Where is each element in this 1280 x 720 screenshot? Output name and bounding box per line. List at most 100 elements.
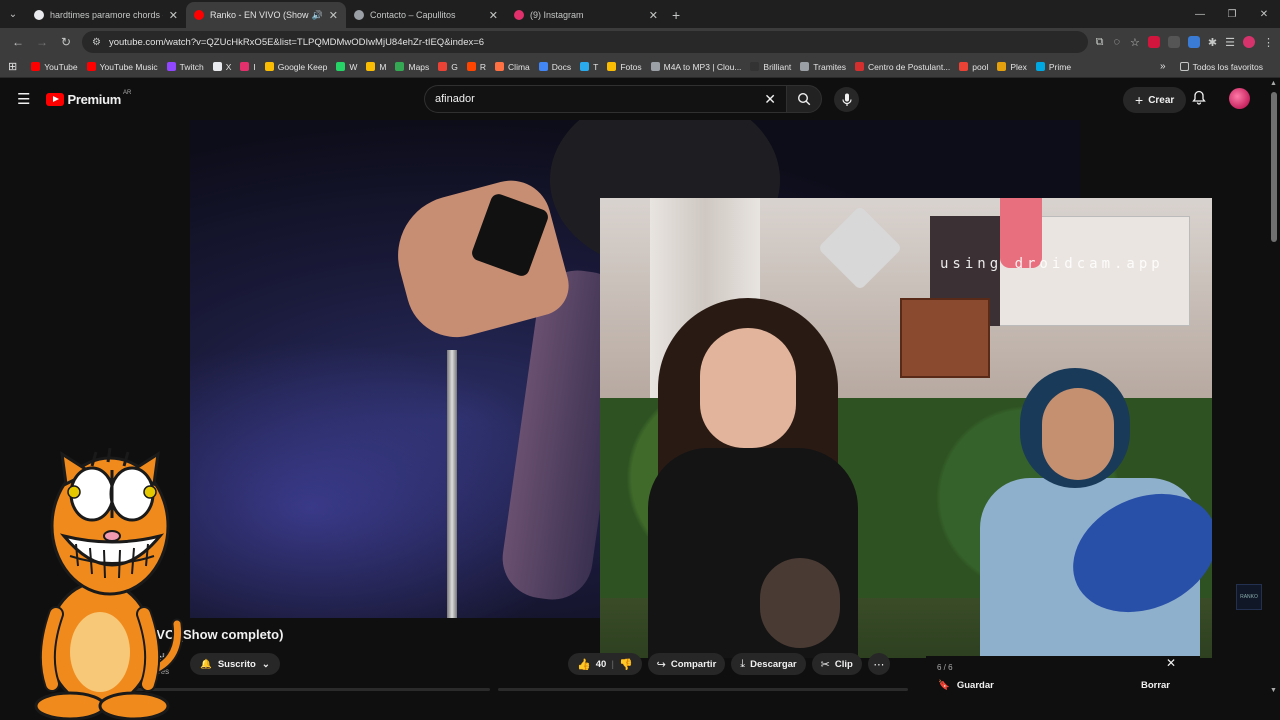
back-icon[interactable]: ← bbox=[6, 35, 30, 49]
tab-1[interactable]: Ranko - EN VIVO (Show co 🔊 ✕ bbox=[186, 2, 346, 28]
bookmark-item[interactable]: YouTube bbox=[31, 62, 78, 72]
site-info-icon[interactable]: ⚙ bbox=[92, 37, 101, 48]
extension-icon[interactable] bbox=[1147, 36, 1160, 48]
bookmark-label: pool bbox=[972, 61, 989, 72]
chevron-right-icon[interactable]: » bbox=[1160, 61, 1166, 72]
thumbs-up-icon[interactable]: 👍 bbox=[577, 658, 591, 671]
create-button[interactable]: + Crear bbox=[1123, 87, 1187, 113]
download-label: Descargar bbox=[750, 658, 797, 670]
channel-watermark[interactable]: RANKO bbox=[1236, 584, 1262, 610]
subscribed-label: Suscrito bbox=[217, 658, 256, 670]
subscribed-button[interactable]: 🔔 Suscrito ⌄ bbox=[190, 653, 280, 675]
save-label: Guardar bbox=[956, 680, 994, 691]
speaker-icon[interactable]: 🔊 bbox=[312, 10, 323, 21]
extension-icon[interactable] bbox=[1167, 36, 1180, 48]
logo-word: Premium bbox=[67, 91, 121, 107]
play-logo-icon bbox=[46, 92, 65, 106]
tab-search-icon[interactable]: ⌄ bbox=[0, 0, 26, 28]
bookmark-item[interactable]: Clima bbox=[495, 62, 530, 72]
star-icon[interactable]: ☆ bbox=[1130, 36, 1140, 49]
install-icon[interactable]: ⧉ bbox=[1096, 36, 1104, 49]
bookmark-item[interactable]: YouTube Music bbox=[86, 62, 158, 72]
clear-playlist-button[interactable]: Borrar bbox=[1141, 680, 1170, 691]
microphone-stand bbox=[447, 350, 457, 618]
bookmark-label: Twitch bbox=[179, 61, 204, 72]
all-bookmarks-label: Todos los favoritos bbox=[1192, 61, 1263, 72]
notifications-bell-icon[interactable] bbox=[1192, 90, 1206, 108]
bookmark-item[interactable]: M bbox=[366, 62, 386, 72]
close-icon[interactable]: ✕ bbox=[649, 9, 658, 22]
new-tab-button[interactable]: + bbox=[672, 2, 680, 28]
search-button[interactable] bbox=[786, 85, 822, 113]
bookmark-item[interactable]: G bbox=[438, 62, 458, 72]
bookmark-item[interactable]: Fotos bbox=[607, 62, 642, 72]
bookmark-item[interactable]: Prime bbox=[1035, 62, 1071, 72]
youtube-premium-logo[interactable]: Premium AR bbox=[46, 90, 131, 107]
bookmark-item[interactable]: pool bbox=[959, 62, 988, 72]
puzzle-icon[interactable]: ✱ bbox=[1208, 36, 1217, 49]
forward-icon[interactable]: → bbox=[30, 35, 54, 49]
tab-2[interactable]: Contacto – Capullitos ✕ bbox=[346, 2, 506, 28]
bookmark-item[interactable]: Brilliant bbox=[750, 62, 791, 72]
bookmark-item[interactable]: Plex bbox=[997, 62, 1027, 72]
bookmark-item[interactable]: Docs bbox=[538, 62, 571, 72]
thumbs-down-icon[interactable]: 👎 bbox=[619, 658, 633, 671]
bookmark-favicon-icon bbox=[31, 62, 41, 71]
all-bookmarks[interactable]: Todos los favoritos bbox=[1179, 61, 1263, 72]
like-dislike-button[interactable]: 👍 40 | 👎 bbox=[568, 653, 642, 675]
bookmark-list: YouTube YouTube Music Twitch X I Google Keep W… bbox=[31, 62, 1080, 72]
tab-favicon bbox=[514, 10, 524, 20]
share-button[interactable]: ↪ Compartir bbox=[647, 653, 726, 675]
collapse-icon[interactable]: ✕ bbox=[1166, 656, 1176, 670]
close-icon[interactable]: ✕ bbox=[489, 9, 498, 22]
extension-icon[interactable] bbox=[1187, 36, 1200, 48]
bookmark-label: Plex bbox=[1010, 61, 1027, 72]
face bbox=[700, 328, 796, 448]
bookmark-item[interactable]: W bbox=[336, 62, 357, 72]
bookmark-item[interactable]: Tramites bbox=[800, 62, 846, 72]
maximize-icon[interactable]: ❐ bbox=[1216, 9, 1248, 20]
close-icon[interactable]: ✕ bbox=[329, 9, 338, 22]
bookmark-label: Brilliant bbox=[763, 61, 792, 72]
bookmark-item[interactable]: X bbox=[212, 62, 231, 72]
profile-icon[interactable] bbox=[1243, 36, 1255, 48]
bookmark-favicon-icon bbox=[959, 62, 969, 71]
hamburger-menu-icon[interactable]: ☰ bbox=[17, 90, 30, 108]
window-close-icon[interactable]: ✕ bbox=[1248, 9, 1280, 20]
bookmark-item[interactable]: M4A to MP3 | Clou... bbox=[650, 62, 741, 72]
bookmark-item[interactable]: Maps bbox=[395, 62, 429, 72]
tab-0[interactable]: hardtimes paramore chords - G ✕ bbox=[26, 2, 186, 28]
bookmark-item[interactable]: Twitch bbox=[166, 61, 204, 72]
bookmark-item[interactable]: Centro de Postulant... bbox=[855, 62, 950, 72]
reading-list-icon[interactable]: ☰ bbox=[1225, 36, 1235, 49]
avatar[interactable] bbox=[1229, 88, 1250, 109]
save-playlist-button[interactable]: 🔖 Guardar bbox=[938, 680, 994, 691]
scroll-up-icon[interactable]: ▲ bbox=[1270, 80, 1277, 87]
page-scrollbar[interactable]: ▲ ▼ bbox=[1268, 78, 1280, 720]
close-icon[interactable]: ✕ bbox=[169, 9, 178, 22]
bookmark-item[interactable]: T bbox=[580, 62, 598, 72]
clip-label: Clip bbox=[834, 658, 853, 670]
more-actions-icon[interactable]: ⋯ bbox=[867, 653, 890, 675]
reload-icon[interactable]: ↻ bbox=[54, 35, 78, 49]
clear-icon[interactable]: ✕ bbox=[764, 91, 776, 108]
bookmark-item[interactable]: Google Keep bbox=[264, 62, 327, 72]
tab-favicon bbox=[34, 10, 44, 20]
minimize-icon[interactable]: — bbox=[1184, 9, 1216, 20]
eye-off-icon[interactable]: ◌ bbox=[1113, 36, 1120, 49]
clip-button[interactable]: ✂ Clip bbox=[811, 653, 862, 675]
tab-3[interactable]: (9) Instagram ✕ bbox=[506, 2, 666, 28]
scrollbar-thumb[interactable] bbox=[1271, 92, 1277, 242]
address-bar[interactable]: ⚙ youtube.com/watch?v=QZUcHkRxO5E&list=T… bbox=[82, 31, 1088, 53]
scroll-down-icon[interactable]: ▼ bbox=[1270, 687, 1277, 694]
bookmark-favicon-icon bbox=[466, 62, 476, 71]
bookmark-item[interactable]: R bbox=[466, 61, 487, 72]
apps-icon[interactable]: ⊞ bbox=[8, 60, 17, 73]
bookmark-item[interactable]: I bbox=[240, 62, 256, 72]
bookmark-favicon-icon bbox=[86, 62, 96, 71]
kebab-menu-icon[interactable]: ⋮ bbox=[1263, 36, 1274, 49]
bookmark-label: R bbox=[479, 61, 487, 72]
voice-search-button[interactable] bbox=[834, 87, 859, 112]
download-button[interactable]: ⤓ Descargar bbox=[731, 653, 806, 675]
search-input[interactable]: afinador ✕ bbox=[424, 85, 786, 113]
